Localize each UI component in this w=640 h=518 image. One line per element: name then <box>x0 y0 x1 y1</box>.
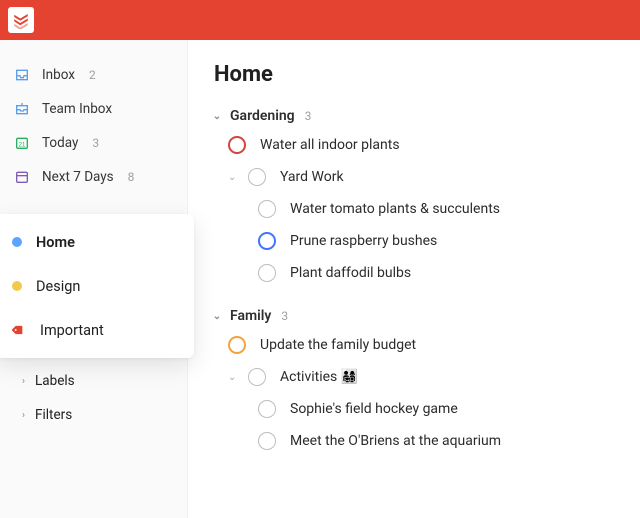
nav-team-inbox[interactable]: Team Inbox <box>0 92 187 126</box>
task-label: Prune raspberry bushes <box>290 233 437 249</box>
group-labels-label: Labels <box>35 373 75 389</box>
nav-inbox-label: Inbox <box>42 67 75 83</box>
project-important[interactable]: Important <box>0 308 194 352</box>
project-design-label: Design <box>36 278 80 295</box>
section-family[interactable]: ⌄ Family 3 <box>212 303 640 329</box>
task-checkbox[interactable] <box>248 368 266 386</box>
task-prune[interactable]: Prune raspberry bushes <box>212 225 640 257</box>
project-home-dot <box>12 237 22 247</box>
nav-next7-count: 8 <box>128 170 135 184</box>
task-activities[interactable]: ⌄ Activities 👨‍👩‍👧‍👦 <box>212 361 640 393</box>
topbar <box>0 0 640 40</box>
group-labels[interactable]: › Labels <box>0 364 187 398</box>
task-checkbox[interactable] <box>258 400 276 418</box>
task-checkbox[interactable] <box>228 336 246 354</box>
nav-today[interactable]: 21 Today 3 <box>0 126 187 160</box>
main-content: Home ⌄ Gardening 3 Water all indoor plan… <box>188 40 640 518</box>
svg-text:21: 21 <box>19 142 26 148</box>
task-yard-work[interactable]: ⌄ Yard Work <box>212 161 640 193</box>
task-budget[interactable]: Update the family budget <box>212 329 640 361</box>
section-family-count: 3 <box>281 309 288 323</box>
sidebar: Inbox 2 Team Inbox 21 Today 3 Next 7 Day… <box>0 40 188 518</box>
nav-today-label: Today <box>42 135 78 151</box>
nav-next7-label: Next 7 Days <box>42 169 114 185</box>
group-filters[interactable]: › Filters <box>0 398 187 432</box>
nav-today-count: 3 <box>92 136 99 150</box>
chevron-down-icon[interactable]: ⌄ <box>228 172 238 183</box>
section-family-label: Family <box>230 308 271 324</box>
task-checkbox[interactable] <box>258 432 276 450</box>
task-checkbox[interactable] <box>258 264 276 282</box>
chevron-right-icon: › <box>22 410 25 421</box>
projects-card: Home Design Important <box>0 214 194 358</box>
nav-inbox-count: 2 <box>89 68 96 82</box>
page-title: Home <box>212 62 640 87</box>
chevron-right-icon: › <box>22 376 25 387</box>
section-gardening-label: Gardening <box>230 108 295 124</box>
project-design[interactable]: Design <box>0 264 194 308</box>
task-daffodil[interactable]: Plant daffodil bulbs <box>212 257 640 289</box>
project-design-dot <box>12 281 22 291</box>
task-label: Update the family budget <box>260 337 416 353</box>
task-checkbox[interactable] <box>228 136 246 154</box>
task-checkbox[interactable] <box>258 232 276 250</box>
task-sophie[interactable]: Sophie's field hockey game <box>212 393 640 425</box>
app-logo[interactable] <box>8 7 34 33</box>
task-water-indoor[interactable]: Water all indoor plants <box>212 129 640 161</box>
task-tomato[interactable]: Water tomato plants & succulents <box>212 193 640 225</box>
project-home-label: Home <box>36 234 75 251</box>
task-obriens[interactable]: Meet the O'Briens at the aquarium <box>212 425 640 457</box>
task-checkbox[interactable] <box>258 200 276 218</box>
section-gardening[interactable]: ⌄ Gardening 3 <box>212 103 640 129</box>
task-label: Water tomato plants & succulents <box>290 201 500 217</box>
project-important-label: Important <box>40 322 104 339</box>
calendar-today-icon: 21 <box>14 135 30 151</box>
task-label: Activities 👨‍👩‍👧‍👦 <box>280 369 358 385</box>
project-home[interactable]: Home <box>0 220 194 264</box>
inbox-icon <box>14 67 30 83</box>
task-label: Sophie's field hockey game <box>290 401 458 417</box>
team-inbox-icon <box>14 101 30 117</box>
task-label: Yard Work <box>280 169 344 185</box>
chevron-down-icon: ⌄ <box>212 311 222 322</box>
section-gardening-count: 3 <box>305 109 312 123</box>
task-label: Water all indoor plants <box>260 137 400 153</box>
task-checkbox[interactable] <box>248 168 266 186</box>
nav-inbox[interactable]: Inbox 2 <box>0 58 187 92</box>
task-label: Plant daffodil bulbs <box>290 265 411 281</box>
task-label: Meet the O'Briens at the aquarium <box>290 433 501 449</box>
calendar-week-icon <box>14 169 30 185</box>
chevron-down-icon: ⌄ <box>212 111 222 122</box>
nav-next7[interactable]: Next 7 Days 8 <box>0 160 187 194</box>
nav-team-inbox-label: Team Inbox <box>42 101 112 117</box>
group-filters-label: Filters <box>35 407 72 423</box>
tag-icon <box>9 320 29 340</box>
todoist-logo-icon <box>12 11 30 29</box>
chevron-down-icon[interactable]: ⌄ <box>228 372 238 383</box>
